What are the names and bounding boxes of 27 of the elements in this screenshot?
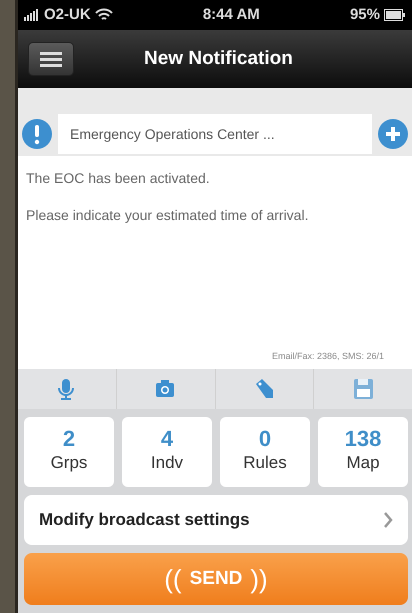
count-button[interactable]: 4 Indv <box>122 417 212 487</box>
count-button[interactable]: 2 Grps <box>24 417 114 487</box>
wifi-icon <box>94 8 113 22</box>
toolbar-button[interactable] <box>155 378 176 400</box>
character-count: Email/Fax: 2386, SMS: 26/1 <box>272 350 384 362</box>
screen-title: New Notification <box>144 46 293 71</box>
battery-icon <box>384 9 406 21</box>
message-text: The EOC has been activated. <box>26 169 211 188</box>
settings-row[interactable]: Modify broadcast settings <box>24 495 408 545</box>
carrier-name: O2-UK <box>44 4 91 25</box>
message-text: Please indicate your estimated time of arrival. <box>26 206 310 225</box>
menu-icon <box>40 51 62 67</box>
alert-icon <box>22 119 52 149</box>
menu-button[interactable] <box>28 42 74 76</box>
camera-icon <box>155 378 176 400</box>
count-button[interactable]: 0 Rules <box>220 417 310 487</box>
count-button[interactable]: 138 Map <box>318 417 408 487</box>
settings-label: Modify broadcast settings <box>39 509 250 532</box>
toolbar-button[interactable] <box>254 378 275 400</box>
signal-icon <box>24 9 40 21</box>
add-icon <box>378 119 408 149</box>
status-time: 8:44 AM <box>202 4 260 25</box>
toolbar-button[interactable] <box>352 378 374 400</box>
tag-icon <box>254 378 275 400</box>
battery-percent: 95% <box>350 4 380 25</box>
chevron-icon <box>383 512 393 528</box>
recipient-field[interactable]: Emergency Operations Center ... <box>58 114 372 154</box>
